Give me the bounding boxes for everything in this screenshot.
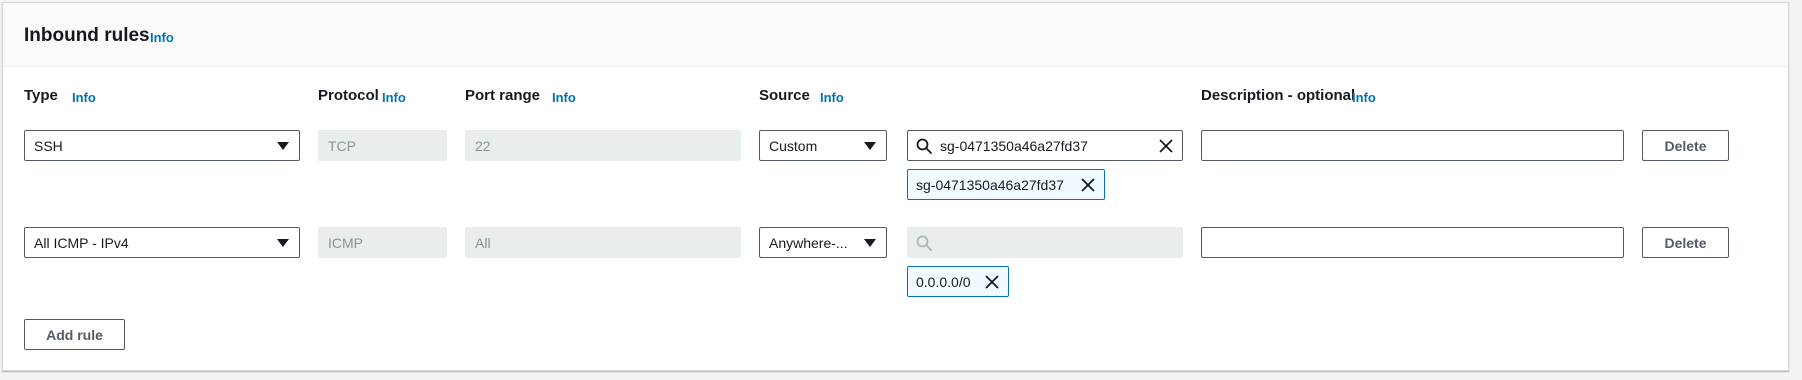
source-info-link[interactable]: Info [820,90,844,105]
rule-1-source-type-value: Custom [769,138,818,154]
rule-1-type-select[interactable]: SSH [24,130,300,161]
protocol-column-label: Protocol [318,87,379,104]
rule-2-delete-button[interactable]: Delete [1642,227,1729,258]
rule-1-protocol-field: TCP [318,130,447,161]
search-icon [916,138,932,154]
rule-2-protocol-field: ICMP [318,227,447,258]
rule-2-description-input[interactable] [1201,227,1624,258]
rule-2-source-select[interactable]: Anywhere-... [759,227,887,258]
rule-1-description-input[interactable] [1201,130,1624,161]
close-icon[interactable] [1158,138,1174,154]
rule-2-source-token-label: 0.0.0.0/0 [916,274,971,290]
rule-1-source-token-label: sg-0471350a46a27fd37 [916,177,1064,193]
rule-1-type-value: SSH [34,138,63,154]
description-info-link[interactable]: Info [1352,90,1376,105]
rule-2-type-select[interactable]: All ICMP - IPv4 [24,227,300,258]
type-info-link[interactable]: Info [72,90,96,105]
caret-down-icon [864,239,876,247]
rule-1-source-select[interactable]: Custom [759,130,887,161]
caret-down-icon [864,142,876,150]
rule-1-source-search-value: sg-0471350a46a27fd37 [940,138,1088,154]
description-column-label: Description - optional [1201,87,1356,104]
section-title: Inbound rules [24,25,150,46]
rule-2-source-token: 0.0.0.0/0 [907,266,1009,297]
rule-2-source-type-value: Anywhere-... [769,235,848,251]
panel-header: Inbound rules Info [3,3,1788,67]
rule-1-delete-button[interactable]: Delete [1642,130,1729,161]
inbound-rules-panel: Inbound rules Info Type Info Protocol In… [2,2,1789,371]
source-column-label: Source [759,87,810,104]
protocol-info-link[interactable]: Info [382,90,406,105]
rule-1-port-range-field: 22 [465,130,741,161]
type-column-label: Type [24,87,58,104]
close-icon[interactable] [984,274,1000,290]
search-icon [916,235,932,251]
rule-2-type-value: All ICMP - IPv4 [34,235,129,251]
close-icon[interactable] [1080,177,1096,193]
port-range-column-label: Port range [465,87,541,104]
rule-1-source-search-input[interactable]: sg-0471350a46a27fd37 [907,130,1183,161]
rule-2-source-search-input[interactable] [907,227,1183,258]
rule-1-source-token: sg-0471350a46a27fd37 [907,169,1105,200]
caret-down-icon [277,239,289,247]
add-rule-button[interactable]: Add rule [24,319,125,350]
caret-down-icon [277,142,289,150]
section-info-link[interactable]: Info [150,30,174,45]
port-range-info-link[interactable]: Info [552,90,576,105]
rule-2-port-range-field: All [465,227,741,258]
